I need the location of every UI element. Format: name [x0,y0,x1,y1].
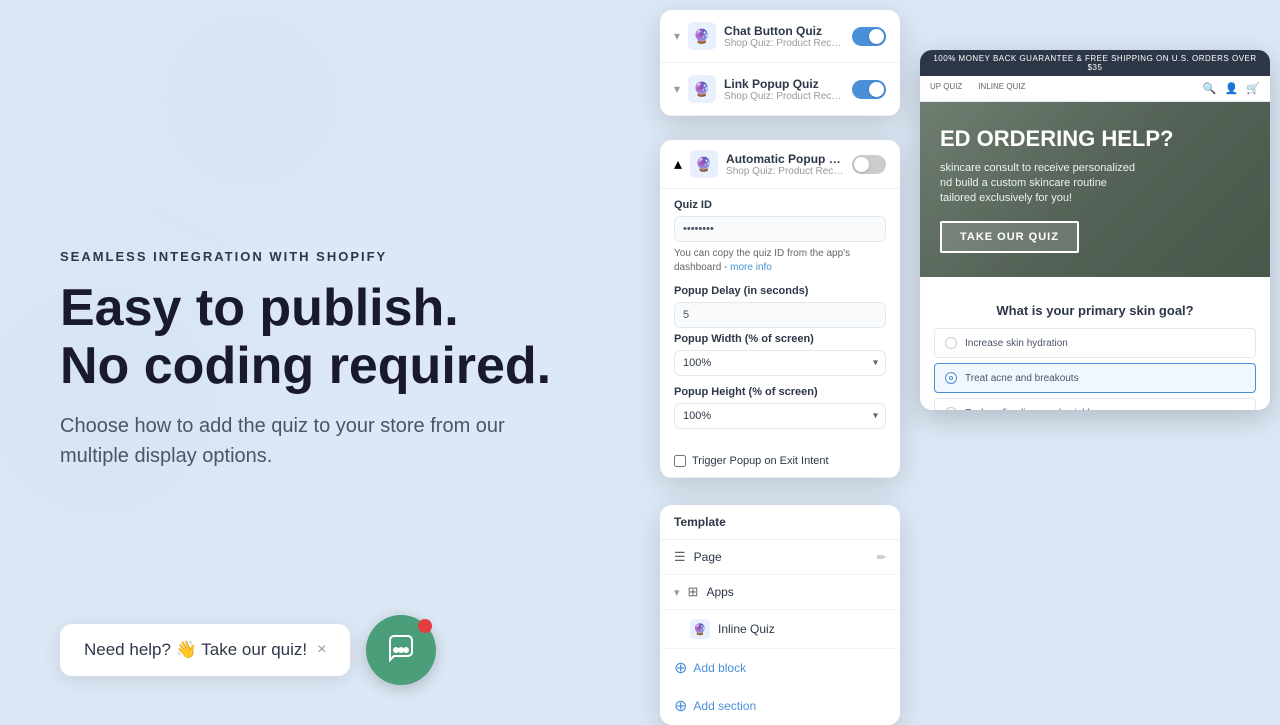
add-block-item[interactable]: ⊕ Add block [660,649,900,687]
quiz-id-section: Quiz ID You can copy the quiz ID from th… [660,189,900,449]
answer-text-1: Treat acne and breakouts [965,373,1079,384]
notification-dot [418,619,432,633]
headline-line2: No coding required. [60,338,620,395]
quiz-item-chat[interactable]: ▾ 🔮 Chat Button Quiz Shop Quiz: Product … [660,10,900,63]
hero-quiz-button[interactable]: TAKE OUR QUIZ [940,221,1079,253]
quiz-name-link: Link Popup Quiz [724,77,844,91]
preview-top-bar: 100% MONEY BACK GUARANTEE & FREE SHIPPIN… [920,50,1270,76]
hero-sub: skincare consult to receive personalized… [940,161,1173,207]
main-headline: Easy to publish. No coding required. [60,280,620,394]
trigger-row: Trigger Popup on Exit Intent [660,449,900,478]
toggle-chat[interactable] [852,27,886,46]
answer-option-1[interactable]: Treat acne and breakouts [934,363,1256,393]
hero-title: ED ORDERING HELP? [940,126,1173,152]
popup-width-select-wrapper: 100% 75% 50% [674,350,886,376]
sub-text: Choose how to add the quiz to your store… [60,411,560,471]
popup-height-select[interactable]: 100% 75% 50% [674,403,886,429]
quiz-info-auto: Automatic Popup Quiz Shop Quiz: Product … [726,152,844,177]
answer-text-0: Increase skin hydration [965,338,1068,349]
apps-label: Apps [706,585,886,599]
chat-popup: Need help? 👋 Take our quiz! × [60,615,436,685]
answer-text-2: Reduce fine lines and wrinkles [965,408,1100,411]
hero-content: ED ORDERING HELP? skincare consult to re… [940,126,1173,253]
quiz-icon-auto: 🔮 [690,150,718,178]
left-section: SEAMLESS INTEGRATION WITH SHOPIFY Easy t… [60,0,620,720]
radio-2 [945,407,957,410]
quiz-top-panel: ▾ 🔮 Chat Button Quiz Shop Quiz: Product … [660,10,900,116]
apps-icon: ⊞ [688,584,699,600]
quiz-id-input[interactable] [674,216,886,242]
page-label: Page [694,550,869,564]
radio-0 [945,337,957,349]
quiz-item-link[interactable]: ▾ 🔮 Link Popup Quiz Shop Quiz: Product R… [660,63,900,116]
shopify-preview: 100% MONEY BACK GUARANTEE & FREE SHIPPIN… [920,50,1270,410]
add-section-item[interactable]: ⊕ Add section [660,687,900,725]
quiz-info-link: Link Popup Quiz Shop Quiz: Product Recom… [724,77,844,102]
quiz-question: What is your primary skin goal? [934,291,1256,328]
template-page-item[interactable]: ☰ Page ✏ [660,540,900,575]
popup-height-select-wrapper: 100% 75% 50% [674,403,886,429]
quiz-answers-section: What is your primary skin goal? Increase… [920,277,1270,410]
hero-section: ED ORDERING HELP? skincare consult to re… [920,102,1270,277]
quiz-sub-link: Shop Quiz: Product Recom... [724,91,844,102]
answer-option-0[interactable]: Increase skin hydration [934,328,1256,358]
cart-nav-icon[interactable]: 🛒 [1246,82,1260,95]
chat-bubble[interactable]: Need help? 👋 Take our quiz! × [60,624,350,676]
quiz-sub-auto: Shop Quiz: Product Recom... [726,166,844,177]
trigger-label: Trigger Popup on Exit Intent [692,455,829,467]
toggle-link[interactable] [852,80,886,99]
more-info-link[interactable]: more info [730,262,772,273]
pencil-icon[interactable]: ✏ [877,551,886,564]
quiz-id-label: Quiz ID [674,199,886,211]
popup-height-label: Popup Height (% of screen) [674,386,886,398]
quiz-name-auto: Automatic Popup Quiz [726,152,844,166]
add-section-label: Add section [693,699,756,713]
search-nav-icon[interactable]: 🔍 [1203,82,1217,95]
quiz-icon-chat: 🔮 [688,22,716,50]
popup-width-label: Popup Width (% of screen) [674,333,886,345]
inline-quiz-icon: 🔮 [690,619,710,639]
expanded-header: ▴ 🔮 Automatic Popup Quiz Shop Quiz: Prod… [660,140,900,189]
chat-icon [386,632,416,669]
preview-nav: UP QUIZ INLINE QUIZ 🔍 👤 🛒 [920,76,1270,102]
radio-1 [945,372,957,384]
nav-item-inlinequiz[interactable]: INLINE QUIZ [978,82,1025,95]
close-icon[interactable]: × [317,641,326,659]
apps-item[interactable]: ▾ ⊞ Apps [660,575,900,610]
answer-option-2[interactable]: Reduce fine lines and wrinkles [934,398,1256,410]
quiz-sub-chat: Shop Quiz: Product Recom... [724,38,844,49]
seamless-label: SEAMLESS INTEGRATION WITH SHOPIFY [60,249,620,264]
chevron-up-icon: ▴ [674,154,682,174]
popup-width-select[interactable]: 100% 75% 50% [674,350,886,376]
toggle-auto[interactable] [852,155,886,174]
template-header: Template [660,505,900,540]
quiz-id-hint: You can copy the quiz ID from the app's … [674,247,886,275]
popup-delay-input[interactable] [674,302,886,328]
inline-quiz-label: Inline Quiz [718,622,870,636]
chevron-icon: ▾ [674,29,680,43]
trigger-checkbox[interactable] [674,455,686,467]
quiz-expanded-panel: ▴ 🔮 Automatic Popup Quiz Shop Quiz: Prod… [660,140,900,478]
template-section-panel: Template ☰ Page ✏ ▾ ⊞ Apps 🔮 Inline Quiz… [660,505,900,725]
nav-icons: 🔍 👤 🛒 [1203,82,1260,95]
popup-delay-label: Popup Delay (in seconds) [674,285,886,297]
chat-bubble-text: Need help? 👋 Take our quiz! [84,640,307,660]
add-block-label: Add block [693,661,746,675]
chevron-icon-link: ▾ [674,82,680,96]
nav-item-upquiz[interactable]: UP QUIZ [930,82,962,95]
headline-line1: Easy to publish. [60,280,620,337]
chat-icon-bubble[interactable] [366,615,436,685]
add-block-icon: ⊕ [674,658,687,678]
quiz-info-chat: Chat Button Quiz Shop Quiz: Product Reco… [724,24,844,49]
page-icon: ☰ [674,549,686,565]
quiz-icon-link: 🔮 [688,75,716,103]
add-section-icon: ⊕ [674,696,687,716]
user-nav-icon[interactable]: 👤 [1225,82,1239,95]
quiz-name-chat: Chat Button Quiz [724,24,844,38]
chevron-down-apps: ▾ [674,586,680,599]
inline-quiz-item[interactable]: 🔮 Inline Quiz [660,610,900,649]
